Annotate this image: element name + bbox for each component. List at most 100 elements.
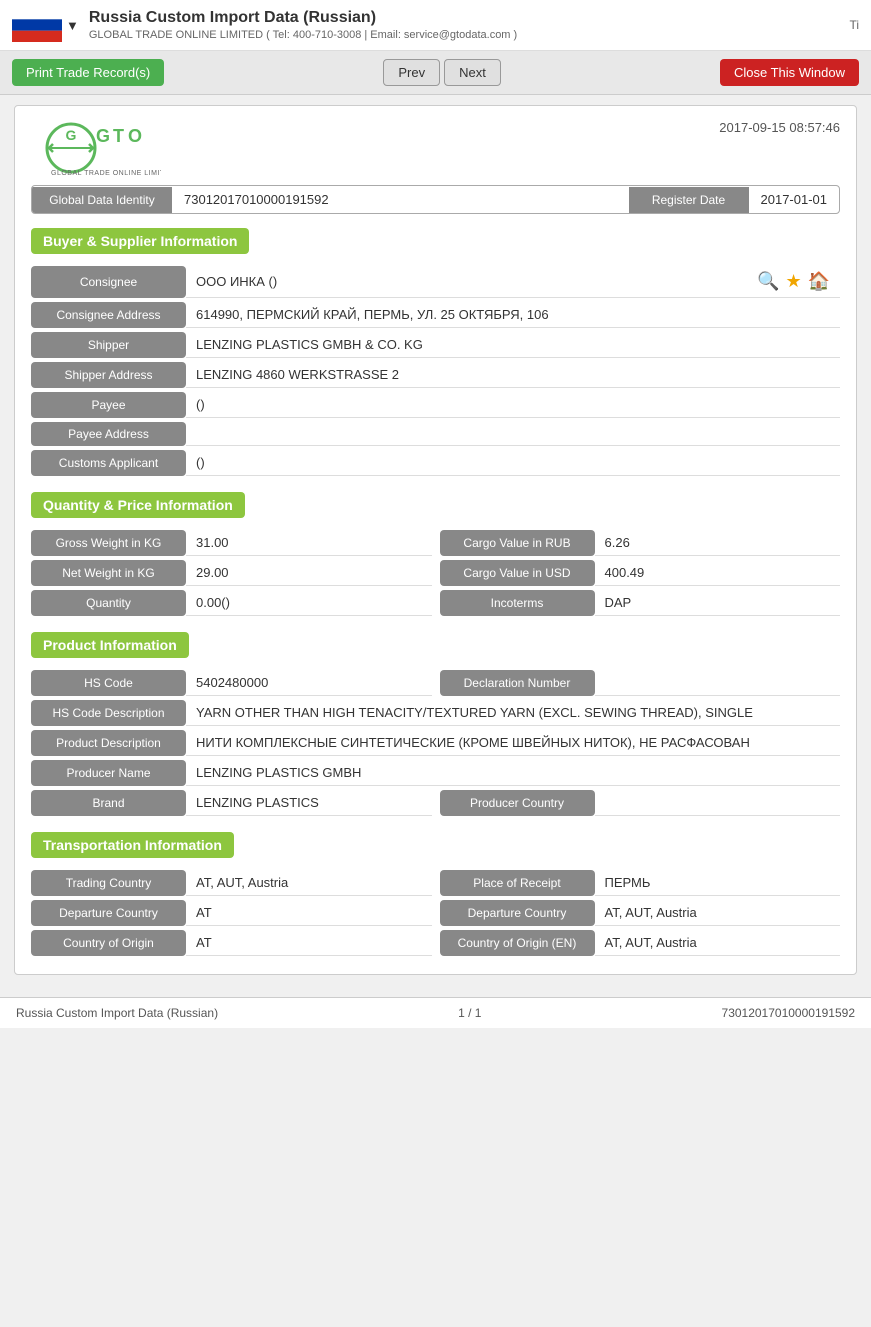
shipper-value: LENZING PLASTICS GMBH & CO. KG [186,332,840,358]
country-of-origin-en-value: AT, AUT, Austria [595,930,841,956]
cargo-usd-label: Cargo Value in USD [440,560,595,586]
toolbar: Print Trade Record(s) Prev Next Close Th… [0,51,871,95]
net-cargo-row: Net Weight in KG 29.00 Cargo Value in US… [31,560,840,586]
product-description-value: НИТИ КОМПЛЕКСНЫЕ СИНТЕТИЧЕСКИЕ (КРОМЕ ШВ… [186,730,840,756]
net-weight-field: Net Weight in KG 29.00 [31,560,432,586]
buyer-supplier-title: Buyer & Supplier Information [31,228,249,254]
hs-code-label: HS Code [31,670,186,696]
header-title-block: Russia Custom Import Data (Russian) GLOB… [89,9,517,41]
svg-text:O: O [128,126,142,146]
company-logo: G G T O GLOBAL TRADE ONLINE LIMITED [31,120,161,175]
departure-country2-value: AT, AUT, Austria [595,900,841,926]
quantity-price-title: Quantity & Price Information [31,492,245,518]
quantity-label: Quantity [31,590,186,616]
declaration-number-field: Declaration Number [440,670,841,696]
incoterms-field: Incoterms DAP [440,590,841,616]
product-description-row: Product Description НИТИ КОМПЛЕКСНЫЕ СИН… [31,730,840,756]
country-of-origin-en-label: Country of Origin (EN) [440,930,595,956]
origin-row: Country of Origin AT Country of Origin (… [31,930,840,956]
search-icon[interactable]: 🔍 [757,271,779,292]
departure-country2-field: Departure Country AT, AUT, Austria [440,900,841,926]
producer-country-label: Producer Country [440,790,595,816]
header: ▼ Russia Custom Import Data (Russian) GL… [0,0,871,51]
country-of-origin-label: Country of Origin [31,930,186,956]
register-date-label: Register Date [629,187,749,213]
register-date-value: 2017-01-01 [749,186,840,213]
declaration-number-value [595,670,841,696]
product-info-section: Product Information HS Code 5402480000 D… [31,632,840,816]
hs-description-label: HS Code Description [31,700,186,726]
shipper-label: Shipper [31,332,186,358]
trading-receipt-row: Trading Country AT, AUT, Austria Place o… [31,870,840,896]
shipper-address-value: LENZING 4860 WERKSTRASSE 2 [186,362,840,388]
shipper-address-row: Shipper Address LENZING 4860 WERKSTRASSE… [31,362,840,388]
declaration-number-label: Declaration Number [440,670,595,696]
consignee-address-value: 614990, ПЕРМСКИЙ КРАЙ, ПЕРМЬ, УЛ. 25 ОКТ… [186,302,840,328]
consignee-address-row: Consignee Address 614990, ПЕРМСКИЙ КРАЙ,… [31,302,840,328]
card-header: G G T O GLOBAL TRADE ONLINE LIMITED 2017… [31,120,840,175]
gross-weight-label: Gross Weight in KG [31,530,186,556]
incoterms-value: DAP [595,590,841,616]
trading-country-field: Trading Country AT, AUT, Austria [31,870,432,896]
trading-country-value: AT, AUT, Austria [186,870,432,896]
hs-code-value: 5402480000 [186,670,432,696]
russia-flag-svg [12,8,62,42]
consignee-address-label: Consignee Address [31,302,186,328]
brand-producer-row: Brand LENZING PLASTICS Producer Country [31,790,840,816]
svg-text:T: T [113,126,124,146]
footer-right: 73012017010000191592 [722,1006,855,1020]
quantity-field: Quantity 0.00() [31,590,432,616]
close-button[interactable]: Close This Window [720,59,859,86]
consignee-icons: 🔍 ★ 🏠 [757,271,830,292]
footer-center: 1 / 1 [458,1006,481,1020]
shipper-address-label: Shipper Address [31,362,186,388]
print-button[interactable]: Print Trade Record(s) [12,59,164,86]
home-icon[interactable]: 🏠 [808,271,830,292]
cargo-usd-field: Cargo Value in USD 400.49 [440,560,841,586]
gross-cargo-row: Gross Weight in KG 31.00 Cargo Value in … [31,530,840,556]
producer-name-value: LENZING PLASTICS GMBH [186,760,840,786]
departure-country2-label: Departure Country [440,900,595,926]
consignee-row: Consignee ООО ИНКА () 🔍 ★ 🏠 [31,266,840,298]
net-weight-value: 29.00 [186,560,432,586]
prev-button[interactable]: Prev [383,59,440,86]
country-of-origin-value: AT [186,930,432,956]
net-weight-label: Net Weight in KG [31,560,186,586]
qty-incoterms-row: Quantity 0.00() Incoterms DAP [31,590,840,616]
quantity-value: 0.00() [186,590,432,616]
consignee-value: ООО ИНКА () 🔍 ★ 🏠 [186,266,840,298]
brand-field: Brand LENZING PLASTICS [31,790,432,816]
brand-value: LENZING PLASTICS [186,790,432,816]
star-icon[interactable]: ★ [785,271,801,292]
place-of-receipt-label: Place of Receipt [440,870,595,896]
departure-country-value: AT [186,900,432,926]
cargo-rub-field: Cargo Value in RUB 6.26 [440,530,841,556]
main-card: G G T O GLOBAL TRADE ONLINE LIMITED 2017… [14,105,857,975]
next-button[interactable]: Next [444,59,501,86]
quantity-price-section: Quantity & Price Information Gross Weigh… [31,492,840,616]
cargo-usd-value: 400.49 [595,560,841,586]
departure-country-field: Departure Country AT [31,900,432,926]
customs-applicant-row: Customs Applicant () [31,450,840,476]
brand-label: Brand [31,790,186,816]
app-title: Russia Custom Import Data (Russian) [89,9,517,27]
main-content: G G T O GLOBAL TRADE ONLINE LIMITED 2017… [0,95,871,997]
svg-text:G: G [66,127,77,143]
customs-applicant-value: () [186,450,840,476]
departure-country-label: Departure Country [31,900,186,926]
consignee-label: Consignee [31,266,186,298]
shipper-row: Shipper LENZING PLASTICS GMBH & CO. KG [31,332,840,358]
cargo-rub-value: 6.26 [595,530,841,556]
payee-label: Payee [31,392,186,418]
cargo-rub-label: Cargo Value in RUB [440,530,595,556]
customs-applicant-label: Customs Applicant [31,450,186,476]
header-dropdown-icon[interactable]: ▼ [66,18,79,33]
svg-text:G: G [96,126,110,146]
departure-row: Departure Country AT Departure Country A… [31,900,840,926]
header-right-text: Ti [849,18,859,32]
gross-weight-value: 31.00 [186,530,432,556]
incoterms-label: Incoterms [440,590,595,616]
footer: Russia Custom Import Data (Russian) 1 / … [0,997,871,1028]
payee-address-value [186,422,840,446]
hs-code-field: HS Code 5402480000 [31,670,432,696]
